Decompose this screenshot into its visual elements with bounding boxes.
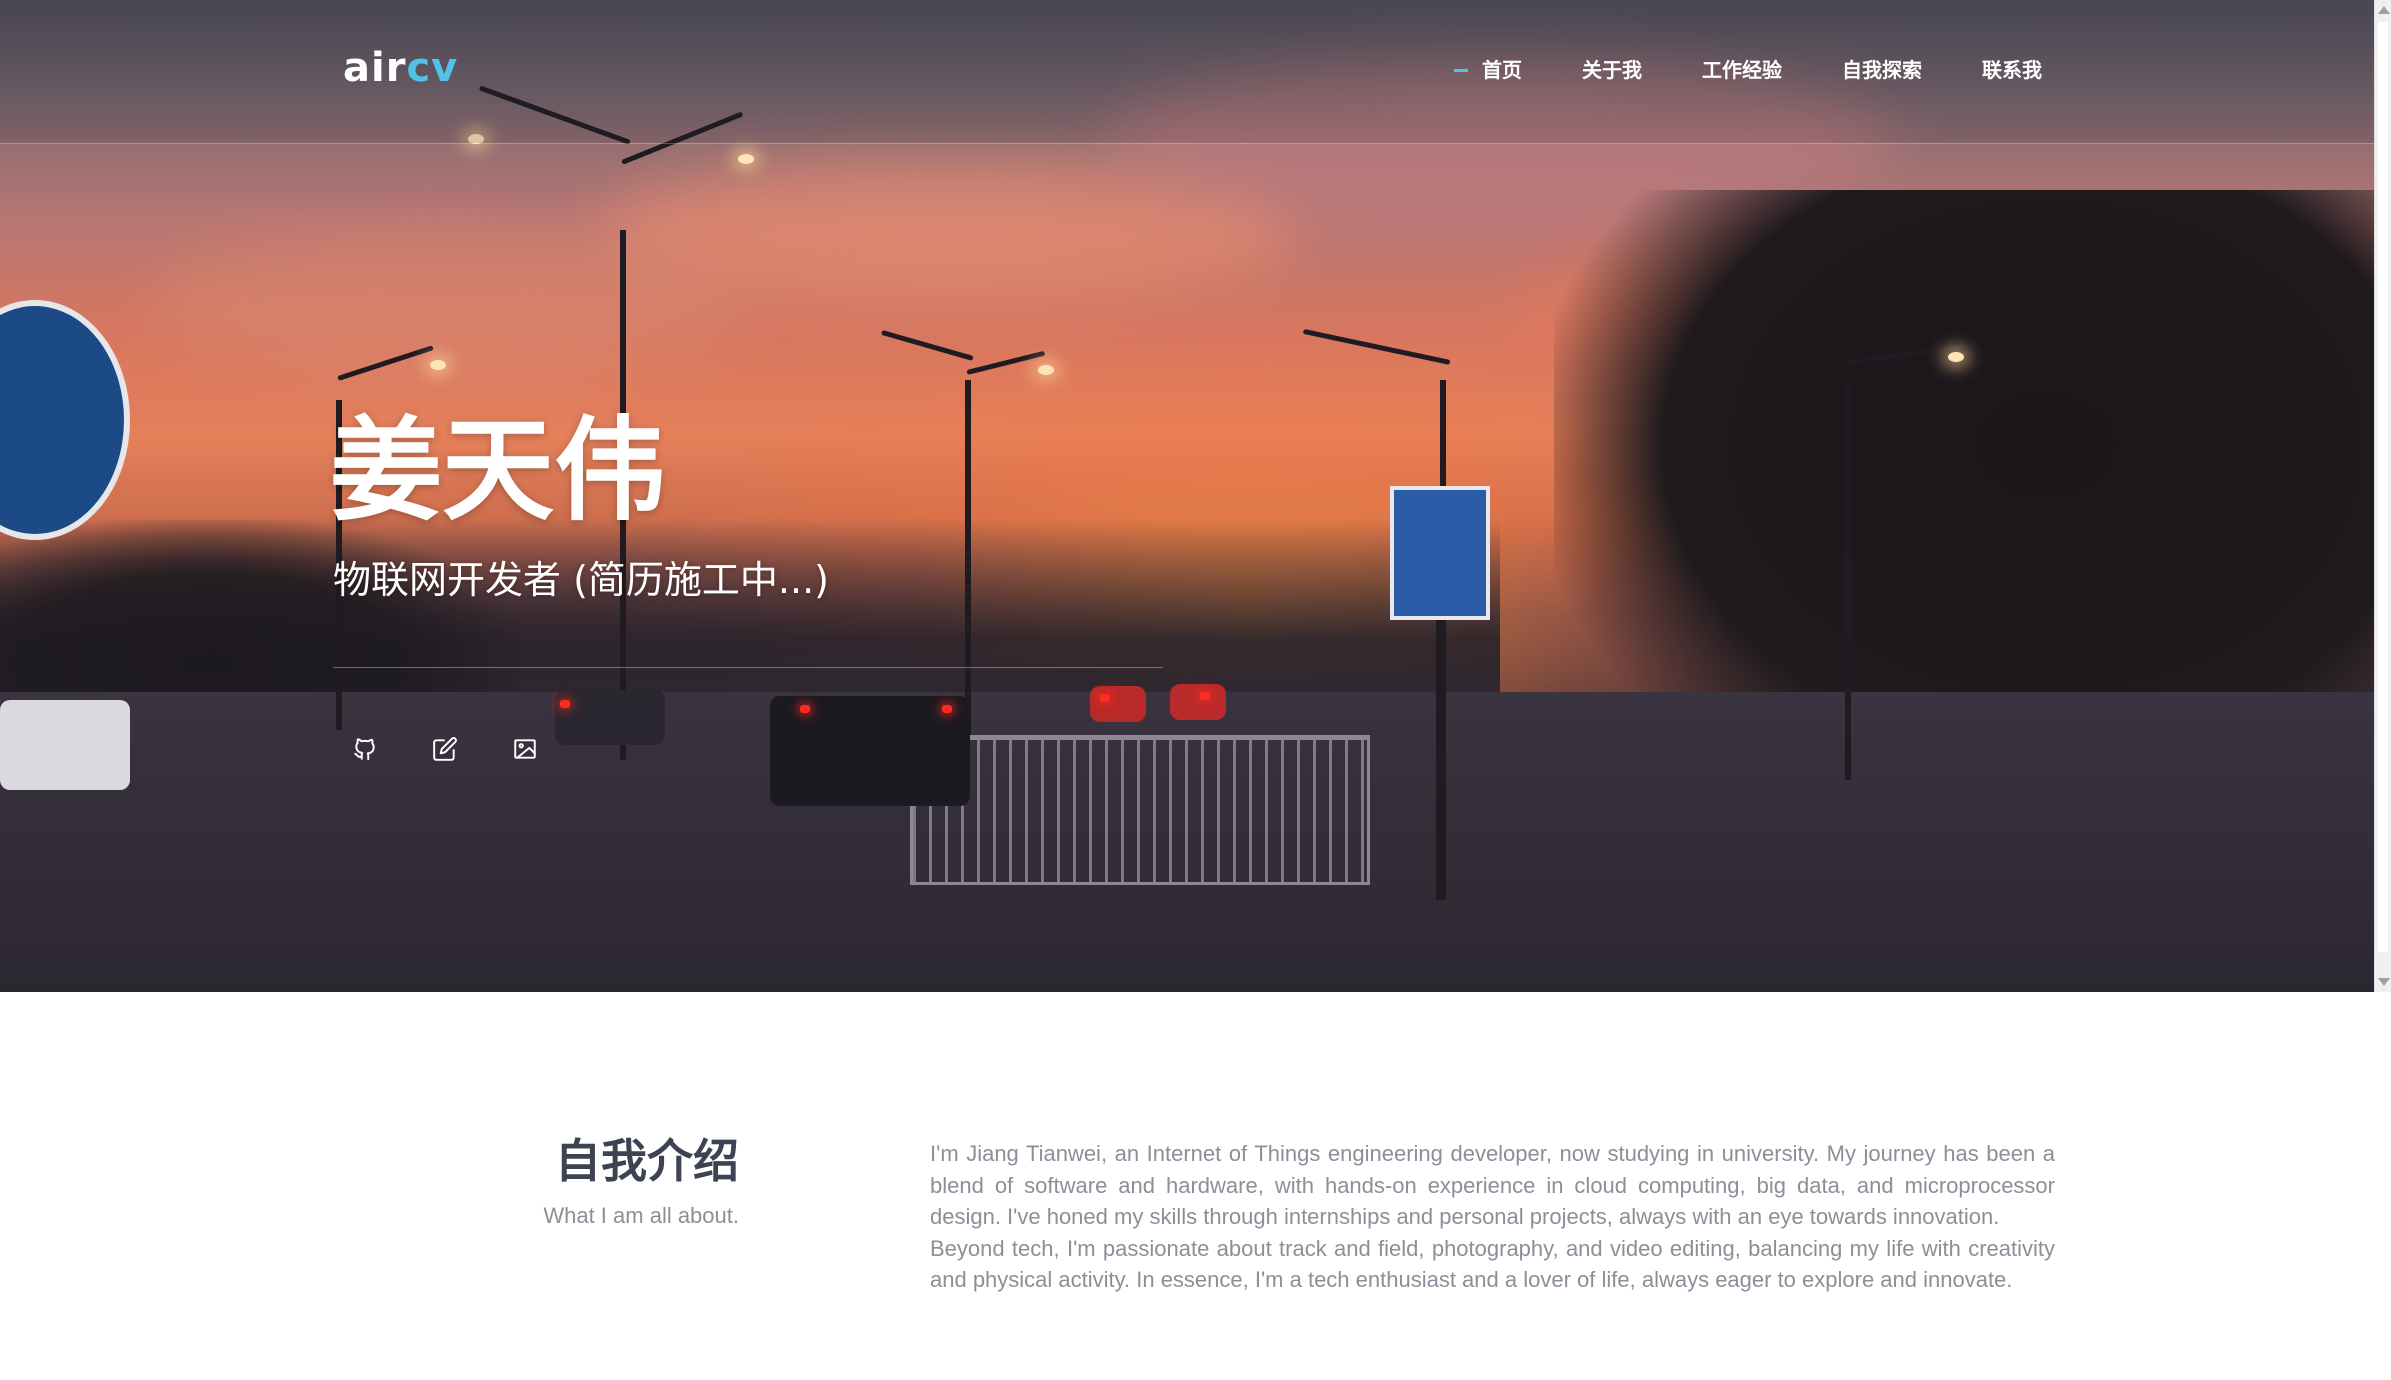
street-lamp-arm xyxy=(880,329,974,361)
sky-cloud xyxy=(150,230,750,380)
hero-banner: aircv 首页 关于我 工作经验 自我探索 联系我 姜天伟 物联网开发者 (简… xyxy=(0,0,2374,992)
hero-subtitle: 物联网开发者 (简历施工中...) xyxy=(333,558,829,602)
tail-light xyxy=(560,700,570,708)
lamp-light xyxy=(430,360,446,370)
main-nav: 首页 关于我 工作经验 自我探索 联系我 xyxy=(1422,56,2042,84)
street-lamp-arm xyxy=(966,350,1046,375)
hero-title: 姜天伟 xyxy=(330,406,666,536)
car xyxy=(1170,684,1226,720)
street-lamp xyxy=(1845,380,1851,780)
car xyxy=(0,700,130,790)
sign-pole xyxy=(1436,620,1442,900)
nav-item-contact[interactable]: 联系我 xyxy=(1982,56,2042,84)
car xyxy=(1090,686,1146,722)
scrollbar[interactable] xyxy=(2374,0,2391,992)
lamp-light xyxy=(738,154,754,164)
site-logo[interactable]: aircv xyxy=(343,48,458,88)
railing xyxy=(910,735,1370,885)
page: aircv 首页 关于我 工作经验 自我探索 联系我 姜天伟 物联网开发者 (简… xyxy=(0,0,2391,1380)
github-icon[interactable] xyxy=(350,734,380,764)
nav-item-home[interactable]: 首页 xyxy=(1454,56,1522,84)
nav-item-exploration[interactable]: 自我探索 xyxy=(1842,56,1922,84)
car xyxy=(770,696,970,806)
tail-light xyxy=(942,705,952,713)
nav-divider xyxy=(0,143,2374,144)
hero-divider xyxy=(333,667,1163,668)
about-heading: 自我介绍 xyxy=(555,1134,739,1188)
about-subheading: What I am all about. xyxy=(543,1203,739,1228)
tail-light xyxy=(800,705,810,713)
logo-text-cv: cv xyxy=(406,45,459,91)
about-paragraph: I'm Jiang Tianwei, an Internet of Things… xyxy=(930,1141,2055,1229)
about-paragraph: Beyond tech, I'm passionate about track … xyxy=(930,1235,2055,1293)
logo-text-air: air xyxy=(343,45,407,91)
about-description: I'm Jiang Tianwei, an Internet of Things… xyxy=(930,1138,2055,1296)
social-links xyxy=(350,734,590,764)
lamp-light xyxy=(1948,352,1964,362)
stairs-sign xyxy=(1390,486,1490,620)
tail-light xyxy=(1200,692,1210,700)
nav-item-experience[interactable]: 工作经验 xyxy=(1702,56,1782,84)
edit-icon[interactable] xyxy=(430,734,460,764)
tail-light xyxy=(1100,694,1110,702)
image-icon[interactable] xyxy=(510,734,540,764)
street-lamp xyxy=(965,380,971,740)
lamp-light xyxy=(1038,365,1054,375)
nav-item-about[interactable]: 关于我 xyxy=(1582,56,1642,84)
bicycle-sign xyxy=(0,300,130,540)
street-lamp-arm xyxy=(1302,328,1451,365)
scrollbar-thumb[interactable] xyxy=(2378,22,2388,952)
scroll-up-icon[interactable] xyxy=(2378,6,2390,14)
scroll-down-icon[interactable] xyxy=(2378,978,2390,986)
